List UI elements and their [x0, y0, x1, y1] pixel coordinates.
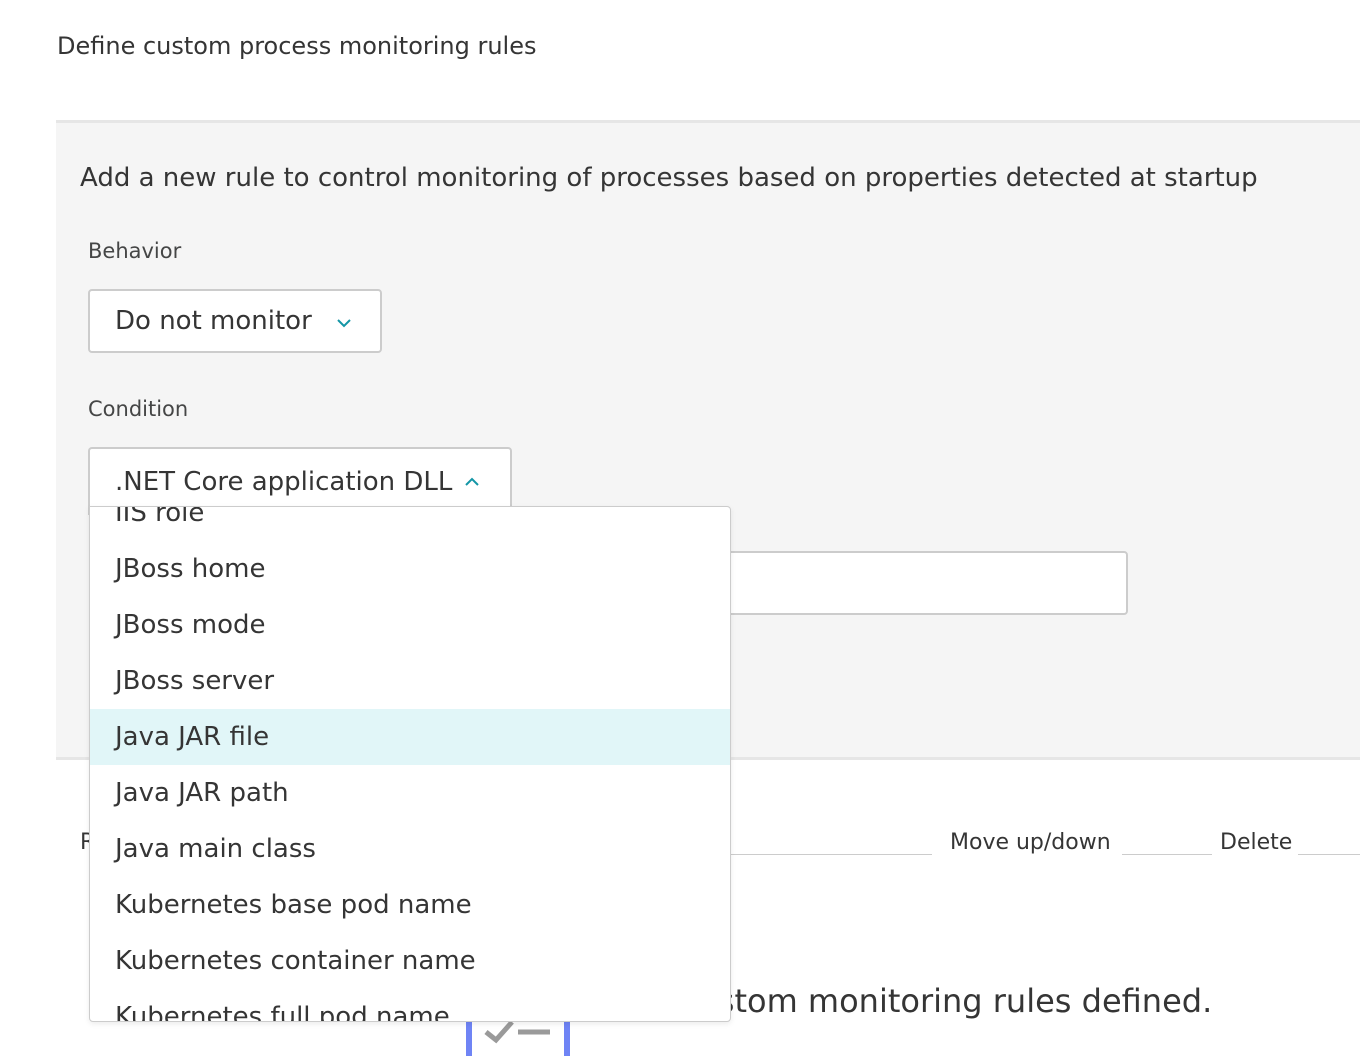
column-divider [1298, 854, 1360, 855]
condition-option[interactable]: IIS role [90, 507, 730, 541]
condition-option[interactable]: Java JAR path [90, 765, 730, 821]
condition-option-highlighted[interactable]: Java JAR file [90, 709, 730, 765]
page: Define custom process monitoring rules A… [0, 0, 1360, 1056]
column-divider [1122, 854, 1212, 855]
condition-select[interactable]: .NET Core application DLL [88, 447, 512, 515]
panel-heading: Add a new rule to control monitoring of … [80, 163, 1258, 193]
page-title: Define custom process monitoring rules [57, 32, 537, 60]
column-header-delete: Delete [1220, 830, 1293, 855]
behavior-select[interactable]: Do not monitor [88, 289, 382, 353]
condition-option[interactable]: Java main class [90, 821, 730, 877]
column-divider [730, 854, 932, 855]
condition-option[interactable]: JBoss mode [90, 597, 730, 653]
condition-option[interactable]: JBoss server [90, 653, 730, 709]
behavior-selected-value: Do not monitor [115, 306, 312, 336]
behavior-label: Behavior [88, 239, 182, 263]
condition-label: Condition [88, 397, 189, 421]
chevron-down-icon [337, 319, 351, 328]
condition-option[interactable]: Kubernetes full pod name [90, 989, 730, 1021]
condition-selected-value: .NET Core application DLL [115, 467, 453, 497]
condition-option[interactable]: Kubernetes container name [90, 933, 730, 989]
condition-option[interactable]: Kubernetes base pod name [90, 877, 730, 933]
chevron-up-icon [465, 477, 479, 486]
condition-option[interactable]: JBoss home [90, 541, 730, 597]
condition-dropdown-list[interactable]: IIS role JBoss home JBoss mode JBoss ser… [89, 506, 731, 1022]
column-header-move: Move up/down [950, 830, 1111, 855]
condition-options: IIS role JBoss home JBoss mode JBoss ser… [90, 507, 730, 1021]
